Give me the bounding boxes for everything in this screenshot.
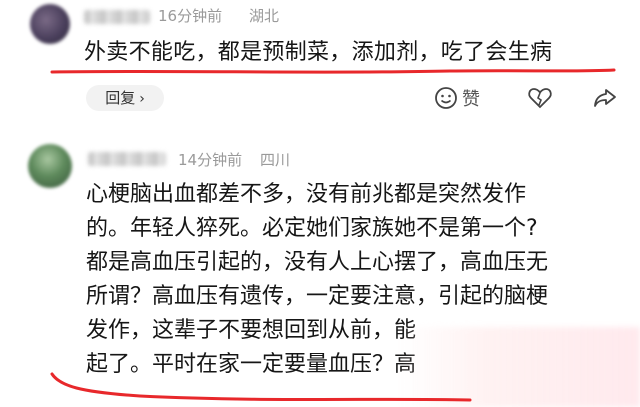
red-underline (50, 372, 472, 402)
red-underline-annotations (50, 68, 616, 402)
red-underline (50, 68, 616, 74)
